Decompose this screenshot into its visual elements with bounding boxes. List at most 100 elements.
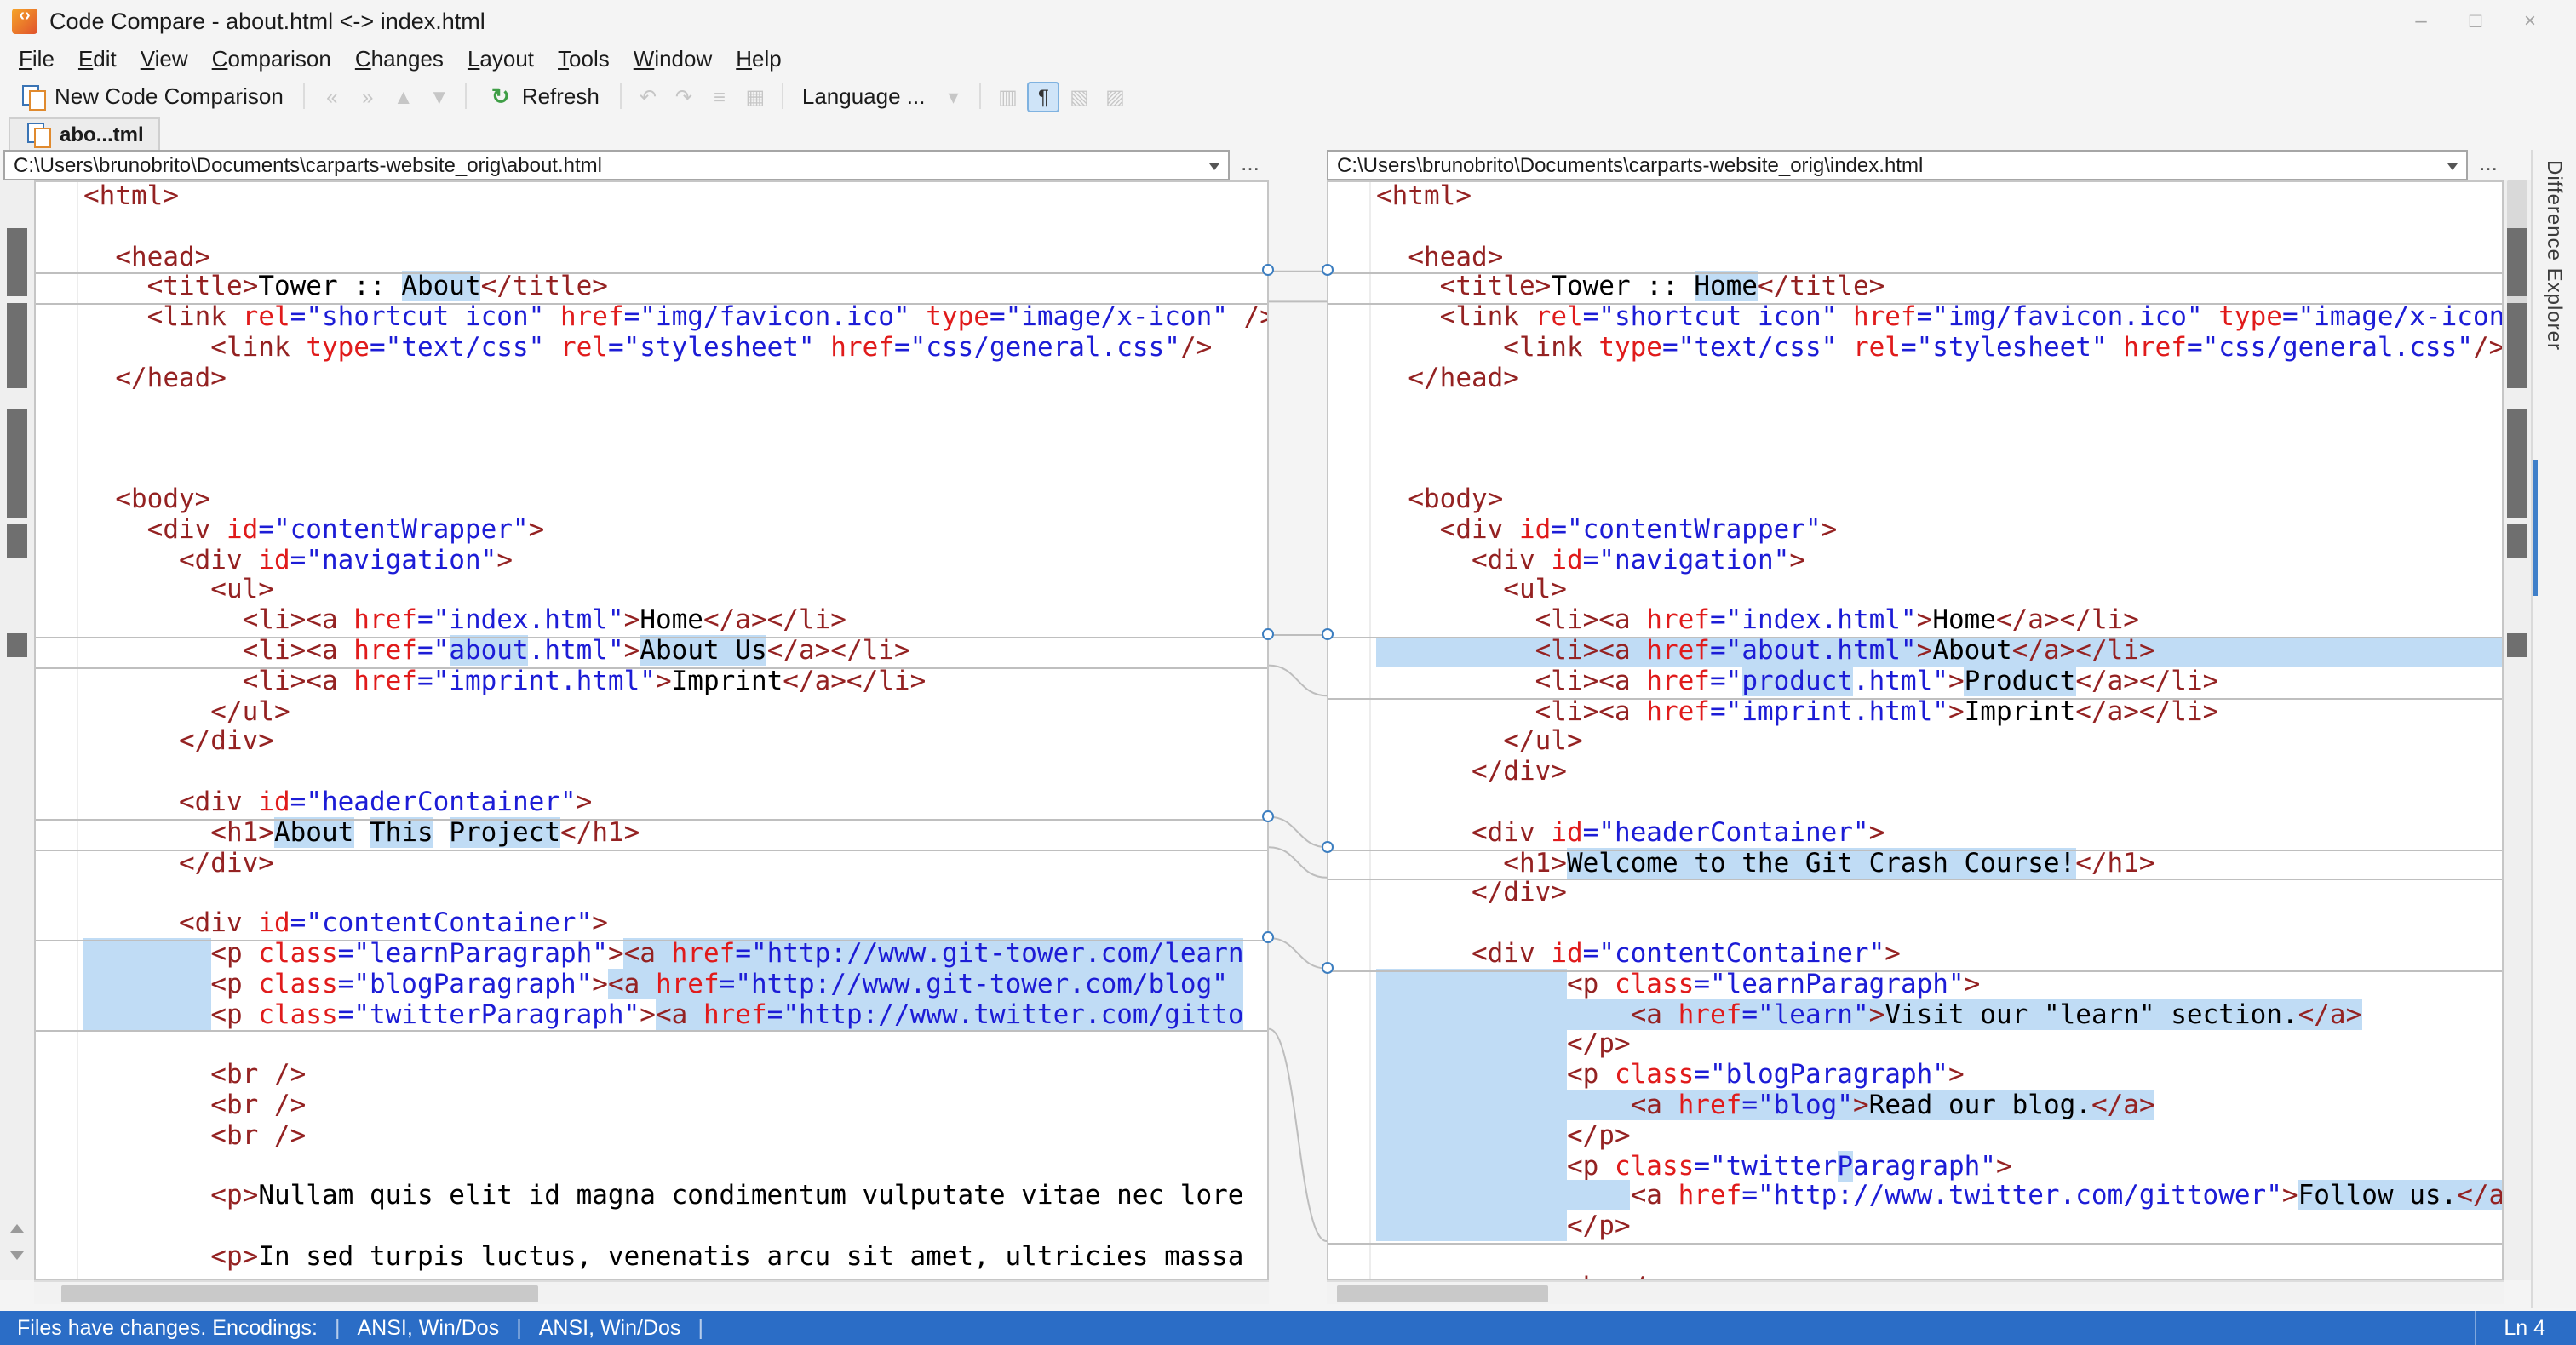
code-line[interactable] bbox=[1376, 1243, 2502, 1273]
code-line[interactable]: <div id="headerContainer"> bbox=[83, 787, 1267, 819]
code-line[interactable] bbox=[83, 455, 1267, 485]
code-line[interactable] bbox=[1376, 394, 2502, 425]
word-wrap-icon[interactable]: ▨ bbox=[1099, 81, 1131, 112]
right-code-editor[interactable]: <html> <head> <title>Tower :: Home</titl… bbox=[1328, 182, 2502, 1279]
code-line[interactable]: <li><a href="about.html">About Us</a></l… bbox=[83, 634, 1267, 667]
hscroll-thumb[interactable] bbox=[1337, 1285, 1548, 1302]
code-line[interactable]: <link type="text/css" rel="stylesheet" h… bbox=[83, 332, 1267, 364]
code-line[interactable]: <a href="blog">Read our blog.</a> bbox=[1376, 1089, 2502, 1122]
code-line[interactable] bbox=[83, 1152, 1267, 1182]
diff-change-marker[interactable] bbox=[1262, 628, 1274, 640]
ignore-whitespace-icon[interactable]: ▧ bbox=[1063, 81, 1095, 112]
code-line[interactable]: <div id="headerContainer"> bbox=[1376, 817, 2502, 849]
code-line[interactable]: <div id="navigation"> bbox=[83, 544, 1267, 576]
code-line[interactable] bbox=[1376, 455, 2502, 485]
code-line[interactable]: <body> bbox=[83, 484, 1267, 516]
chevron-down-icon[interactable] bbox=[2447, 163, 2458, 170]
left-code-editor[interactable]: <html> <head> <title>Tower :: About</tit… bbox=[36, 182, 1267, 1279]
code-line[interactable]: <li><a href="index.html">Home</a></li> bbox=[83, 605, 1267, 637]
code-line[interactable]: </ul> bbox=[1376, 726, 2502, 758]
menu-item-edit[interactable]: Edit bbox=[66, 43, 129, 75]
last-difference-icon[interactable]: ▼ bbox=[423, 81, 456, 112]
code-line[interactable]: <p class="twitterParagraph"><a href="htt… bbox=[83, 999, 1267, 1031]
code-line[interactable]: </p> bbox=[1376, 1210, 2502, 1243]
menu-item-tools[interactable]: Tools bbox=[546, 43, 622, 75]
menu-item-layout[interactable]: Layout bbox=[456, 43, 546, 75]
menu-item-comparison[interactable]: Comparison bbox=[200, 43, 343, 75]
code-line[interactable]: <html> bbox=[1376, 182, 2502, 213]
code-line[interactable]: <a href="http://www.twitter.com/gittower… bbox=[1376, 1180, 2502, 1213]
right-file-path-combo[interactable]: C:\Users\brunobrito\Documents\carparts-w… bbox=[1327, 150, 2468, 180]
code-line[interactable]: <li><a href="about.html">About</a></li> bbox=[1376, 635, 2502, 667]
vertical-split-icon[interactable]: ▥ bbox=[991, 81, 1024, 112]
code-line[interactable]: </div> bbox=[83, 726, 1267, 758]
next-difference-icon[interactable]: » bbox=[352, 81, 384, 112]
minimize-button[interactable]: – bbox=[2407, 9, 2435, 32]
diff-change-marker[interactable] bbox=[1322, 840, 1334, 853]
code-line[interactable]: <br /> bbox=[83, 1059, 1267, 1091]
code-line[interactable]: <li><a href="imprint.html">Imprint</a></… bbox=[1376, 695, 2502, 728]
code-line[interactable]: </div> bbox=[1376, 878, 2502, 910]
code-line[interactable]: <br /> bbox=[1376, 1272, 2502, 1279]
code-line[interactable]: <html> bbox=[83, 182, 1267, 213]
difference-explorer-tab[interactable]: Difference Explorer bbox=[2531, 150, 2576, 1308]
code-line[interactable]: <br /> bbox=[83, 1120, 1267, 1152]
code-pane-right[interactable]: <html> <head> <title>Tower :: Home</titl… bbox=[1327, 180, 2504, 1280]
code-line[interactable]: <h1>Welcome to the Git Crash Course!</h1… bbox=[1376, 847, 2502, 879]
code-line[interactable] bbox=[1376, 909, 2502, 940]
redo-icon[interactable]: ↷ bbox=[668, 81, 700, 112]
code-line[interactable]: <div id="contentWrapper"> bbox=[1376, 514, 2502, 547]
code-line[interactable]: <div id="contentContainer"> bbox=[83, 907, 1267, 940]
code-line[interactable]: </div> bbox=[1376, 756, 2502, 788]
left-horizontal-scrollbar[interactable] bbox=[34, 1280, 1269, 1304]
right-browse-button[interactable]: ... bbox=[2471, 150, 2505, 180]
code-line[interactable]: <ul> bbox=[1376, 575, 2502, 607]
menu-item-changes[interactable]: Changes bbox=[343, 43, 456, 75]
diff-change-marker[interactable] bbox=[1322, 628, 1334, 640]
left-file-path-combo[interactable]: C:\Users\brunobrito\Documents\carparts-w… bbox=[3, 150, 1230, 180]
code-line[interactable]: </div> bbox=[83, 847, 1267, 879]
diff-change-marker[interactable] bbox=[1262, 810, 1274, 822]
code-line[interactable]: <div id="contentWrapper"> bbox=[83, 514, 1267, 547]
code-line[interactable] bbox=[83, 1212, 1267, 1243]
code-line[interactable]: <li><a href="imprint.html">Imprint</a></… bbox=[83, 666, 1267, 698]
options-icon[interactable]: ▦ bbox=[739, 81, 772, 112]
menu-item-help[interactable]: Help bbox=[724, 43, 794, 75]
code-line[interactable]: <h1>About This Project</h1> bbox=[83, 816, 1267, 849]
code-line[interactable] bbox=[83, 1031, 1267, 1062]
code-line[interactable]: <link type="text/css" rel="stylesheet" h… bbox=[1376, 332, 2502, 364]
maximize-button[interactable]: □ bbox=[2462, 9, 2489, 32]
first-difference-icon[interactable]: ▲ bbox=[387, 81, 420, 112]
code-line[interactable] bbox=[83, 213, 1267, 243]
code-line[interactable]: <div id="navigation"> bbox=[1376, 544, 2502, 576]
code-line[interactable]: <p class="twitterParagraph"> bbox=[1376, 1150, 2502, 1182]
refresh-button[interactable]: ↻ Refresh bbox=[476, 81, 611, 112]
code-line[interactable]: <p class="learnParagraph"><a href="http:… bbox=[83, 937, 1267, 970]
undo-icon[interactable]: ↶ bbox=[632, 81, 664, 112]
diff-change-marker[interactable] bbox=[1262, 931, 1274, 943]
code-line[interactable] bbox=[83, 879, 1267, 910]
menu-item-view[interactable]: View bbox=[129, 43, 200, 75]
code-line[interactable]: </ul> bbox=[83, 695, 1267, 728]
show-whitespace-icon[interactable]: ¶ bbox=[1027, 81, 1060, 112]
code-line[interactable]: <br /> bbox=[83, 1090, 1267, 1122]
code-line[interactable] bbox=[1376, 425, 2502, 455]
code-line[interactable]: </head> bbox=[83, 363, 1267, 395]
code-line[interactable]: <a href="learn">Visit our "learn" sectio… bbox=[1376, 999, 2502, 1031]
code-line[interactable]: <p class="blogParagraph"><a href="http:/… bbox=[83, 968, 1267, 1000]
code-line[interactable]: </p> bbox=[1376, 1028, 2502, 1062]
code-line[interactable] bbox=[83, 1273, 1267, 1279]
menu-item-file[interactable]: File bbox=[7, 43, 66, 75]
code-line[interactable]: <link rel="shortcut icon" href="img/favi… bbox=[83, 302, 1267, 334]
new-code-comparison-button[interactable]: New Code Comparison bbox=[9, 82, 295, 111]
code-line[interactable] bbox=[83, 394, 1267, 425]
map-scroll-up-icon[interactable] bbox=[10, 1224, 24, 1233]
right-change-map[interactable] bbox=[2504, 180, 2531, 1280]
code-line[interactable]: <body> bbox=[1376, 484, 2502, 516]
close-button[interactable]: × bbox=[2516, 9, 2544, 32]
menu-item-window[interactable]: Window bbox=[622, 43, 725, 75]
code-line[interactable]: <title>Tower :: About</title> bbox=[83, 271, 1267, 304]
code-line[interactable] bbox=[83, 758, 1267, 788]
code-line[interactable]: <li><a href="product.html">Product</a></… bbox=[1376, 665, 2502, 698]
code-line[interactable]: </head> bbox=[1376, 363, 2502, 395]
